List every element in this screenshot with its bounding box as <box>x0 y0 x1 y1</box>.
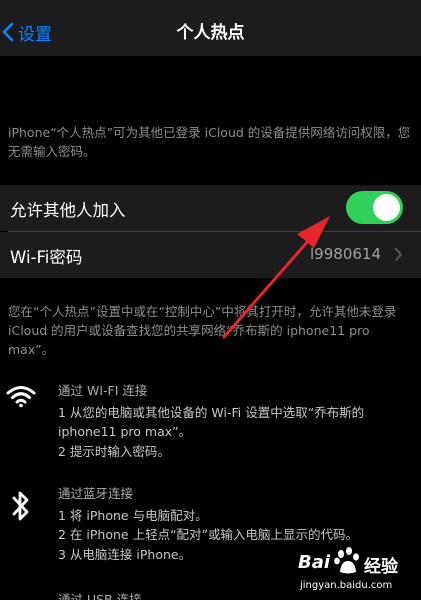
annotation-arrow-icon <box>222 216 330 339</box>
watermark-url: jingyan.baidu.com <box>300 580 393 591</box>
watermark-brand: Bai <box>298 552 331 573</box>
baidu-paw-logo <box>334 547 359 574</box>
watermark-brand-2: 经验 <box>364 557 398 577</box>
baidu-watermark: Bai 经验 jingyan.baidu.com <box>298 546 418 598</box>
